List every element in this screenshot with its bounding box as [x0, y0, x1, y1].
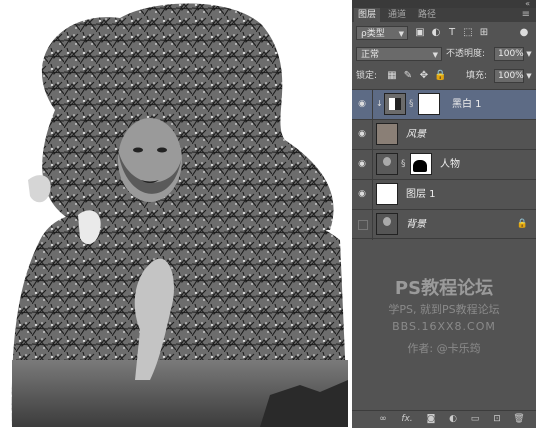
chain-link-icon[interactable]: §	[401, 159, 406, 169]
watermark-line2: 学PS, 就到PS教程论坛	[388, 303, 500, 316]
filter-shape-icon[interactable]: ⬚	[462, 27, 474, 39]
fx-icon[interactable]: fx.	[400, 413, 414, 425]
tab-layers[interactable]: 图层	[354, 8, 381, 22]
layer-thumbnail[interactable]	[376, 213, 398, 235]
new-layer-icon[interactable]: ⊡	[490, 413, 504, 425]
layer-row-person[interactable]: ◉ § 人物	[352, 149, 536, 180]
layer-thumbnail[interactable]	[376, 183, 398, 205]
eye-left	[133, 147, 143, 153]
filter-adjustment-icon[interactable]: ◐	[430, 27, 442, 39]
blend-mode-select[interactable]: 正常 ▼	[356, 47, 442, 61]
hat-silhouette	[41, 3, 334, 231]
mask-thumbnail[interactable]	[418, 93, 440, 115]
layers-panel: « 图层 通道 路径 ≡ ρ类型 ▼ ▣ ◐ T ⬚ ⊞ ● 正常 ▼ 不透明度: …	[352, 0, 536, 428]
layer-row-scenery[interactable]: ◉ 风景	[352, 119, 536, 150]
add-mask-icon[interactable]: ◙	[424, 413, 438, 425]
layer-thumbnail[interactable]	[376, 123, 398, 145]
link-layers-icon[interactable]: ∞	[376, 413, 390, 425]
layer-row-background[interactable]: 背景 🔒	[352, 209, 536, 240]
fill-chevron-icon[interactable]: ▼	[524, 70, 534, 82]
layer-thumbnail[interactable]	[376, 153, 398, 175]
visibility-eye-icon[interactable]: ◉	[355, 188, 369, 200]
visibility-eye-icon[interactable]: ◉	[355, 98, 369, 110]
opacity-chevron-icon[interactable]: ▼	[524, 48, 534, 60]
layer-name[interactable]: 图层 1	[406, 180, 436, 210]
tab-channels[interactable]: 通道	[384, 8, 410, 22]
watermark-title: PS教程论坛	[394, 278, 494, 299]
layer-name[interactable]: 风景	[406, 120, 426, 150]
collapse-icon[interactable]: «	[525, 0, 530, 8]
flower-left	[28, 175, 51, 203]
lock-all-icon[interactable]: 🔒	[434, 70, 446, 82]
double-exposure-artwork	[11, 3, 348, 427]
visibility-off-box[interactable]	[358, 220, 368, 230]
mask-thumbnail[interactable]	[410, 153, 432, 175]
layer-row-layer1[interactable]: ◉ 图层 1	[352, 179, 536, 210]
new-group-icon[interactable]: ▭	[468, 413, 482, 425]
lock-icon: 🔒	[516, 219, 528, 229]
layers-bottom-toolbar: ∞ fx. ◙ ◐ ▭ ⊡ 🗑	[352, 410, 536, 428]
filter-pixel-icon[interactable]: ▣	[414, 27, 426, 39]
lock-paint-icon[interactable]: ✎	[402, 70, 414, 82]
watermark-url: BBS.16XX8.COM	[392, 320, 496, 333]
layer-row-bw[interactable]: ◉ ↓ § 黑白 1	[352, 89, 536, 120]
document-canvas[interactable]	[0, 0, 352, 427]
filter-toggle-icon[interactable]: ●	[518, 27, 530, 39]
new-adjustment-icon[interactable]: ◐	[446, 413, 460, 425]
chain-link-icon[interactable]: §	[409, 99, 414, 109]
trash-icon[interactable]: 🗑	[512, 413, 526, 425]
visibility-eye-icon[interactable]: ◉	[355, 158, 369, 170]
chevron-down-icon: ▼	[398, 30, 404, 38]
lock-row: 锁定: ▦ ✎ ✥ 🔒 填充: 100% ▼	[352, 67, 536, 85]
eye-right	[157, 147, 167, 153]
panel-menu-icon[interactable]: ≡	[522, 8, 530, 22]
fill-label: 填充:	[466, 71, 488, 81]
layer-name[interactable]: 人物	[440, 150, 460, 180]
lock-transparent-icon[interactable]: ▦	[386, 70, 398, 82]
lock-position-icon[interactable]: ✥	[418, 70, 430, 82]
panel-tabs: 图层 通道 路径 ≡	[352, 8, 536, 22]
filter-type-icon[interactable]: T	[446, 27, 458, 39]
opacity-label: 不透明度:	[446, 49, 486, 59]
tab-paths[interactable]: 路径	[414, 8, 440, 22]
fill-input[interactable]: 100%	[494, 69, 524, 83]
lock-label: 锁定:	[356, 71, 378, 81]
adjustment-thumbnail[interactable]	[384, 93, 406, 115]
panel-title-strip: «	[352, 0, 536, 8]
filter-kind-select[interactable]: ρ类型 ▼	[356, 26, 408, 40]
layer-name[interactable]: 背景	[406, 210, 426, 240]
chevron-down-icon: ▼	[432, 51, 438, 59]
filter-row: ρ类型 ▼ ▣ ◐ T ⬚ ⊞ ●	[352, 24, 536, 42]
watermark-author: 作者: @卡乐筠	[407, 342, 481, 355]
layer-name[interactable]: 黑白 1	[452, 90, 482, 120]
visibility-eye-icon[interactable]: ◉	[355, 128, 369, 140]
blend-row: 正常 ▼ 不透明度: 100% ▼	[352, 45, 536, 63]
clip-arrow-icon: ↓	[376, 99, 383, 108]
filter-smart-icon[interactable]: ⊞	[478, 27, 490, 39]
opacity-input[interactable]: 100%	[494, 47, 524, 61]
